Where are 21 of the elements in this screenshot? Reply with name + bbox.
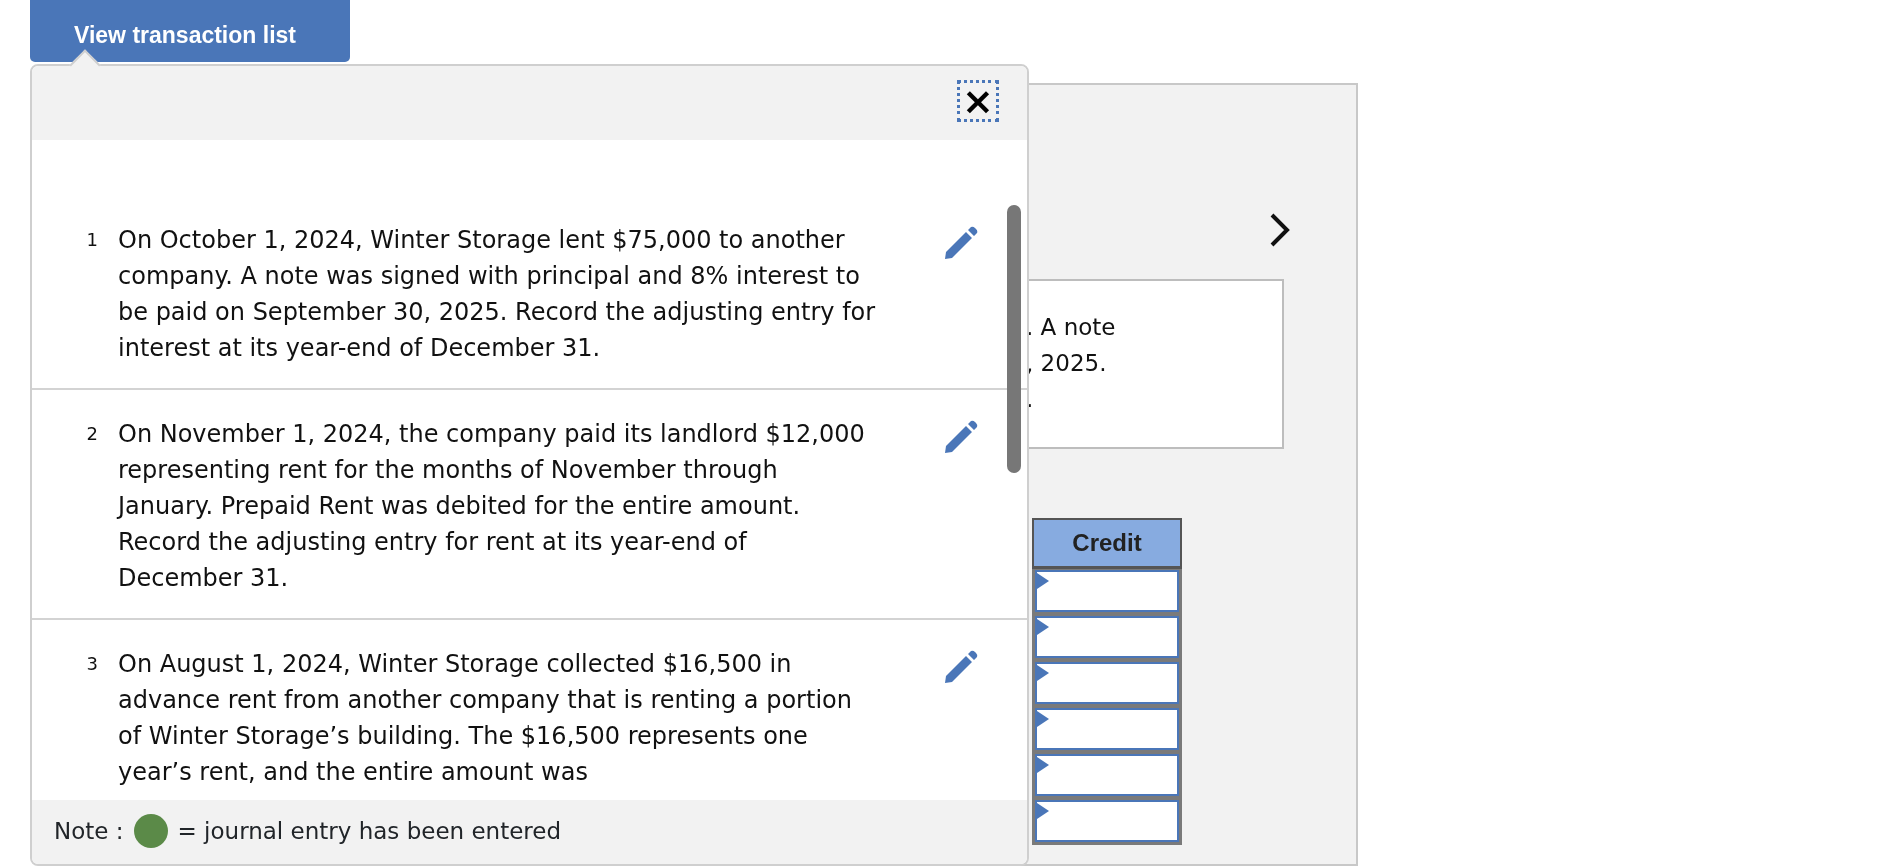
edit-icon[interactable]	[944, 420, 978, 454]
transaction-text: On August 1, 2024, Winter Storage collected $16,500 in advance rent from another company that is renting a portion of Winter Storage’s building. The $16,500 represents one year’s rent, and the entire amount was	[118, 649, 853, 788]
transaction-number: 3	[85, 652, 99, 676]
amount-field[interactable]	[1035, 616, 1179, 658]
amount-field[interactable]	[1035, 708, 1179, 750]
note-text: = journal entry has been entered	[177, 817, 562, 846]
edit-icon[interactable]	[944, 226, 978, 260]
transaction-number: 1	[85, 228, 99, 252]
amount-field[interactable]	[1035, 570, 1179, 612]
amount-field[interactable]	[1035, 800, 1179, 842]
amount-field[interactable]	[1035, 754, 1179, 796]
view-transactions-button[interactable]: View transaction list	[30, 0, 350, 62]
edit-icon[interactable]	[944, 650, 978, 684]
column-header: Credit	[1032, 518, 1182, 569]
amount-field[interactable]	[1035, 662, 1179, 704]
note-label: Note :	[54, 817, 124, 846]
transaction-text: On October 1, 2024, Winter Storage lent $75,000 to another company. A note was signed with principal and 8% interest to be paid on September 30, 2025. Record the adjusting entry for interest at its year-end of December 31.	[118, 225, 877, 364]
scrollbar[interactable]	[1007, 205, 1021, 473]
close-button[interactable]: ×	[957, 80, 999, 122]
transaction-number: 2	[85, 422, 99, 446]
transaction-text: On November 1, 2024, the company paid its landlord $12,000 representing rent for the months of November through January. Prepaid Rent was debited for the entire amount. Record the adjusting entry for rent at its year-end of December 31.	[118, 419, 866, 594]
